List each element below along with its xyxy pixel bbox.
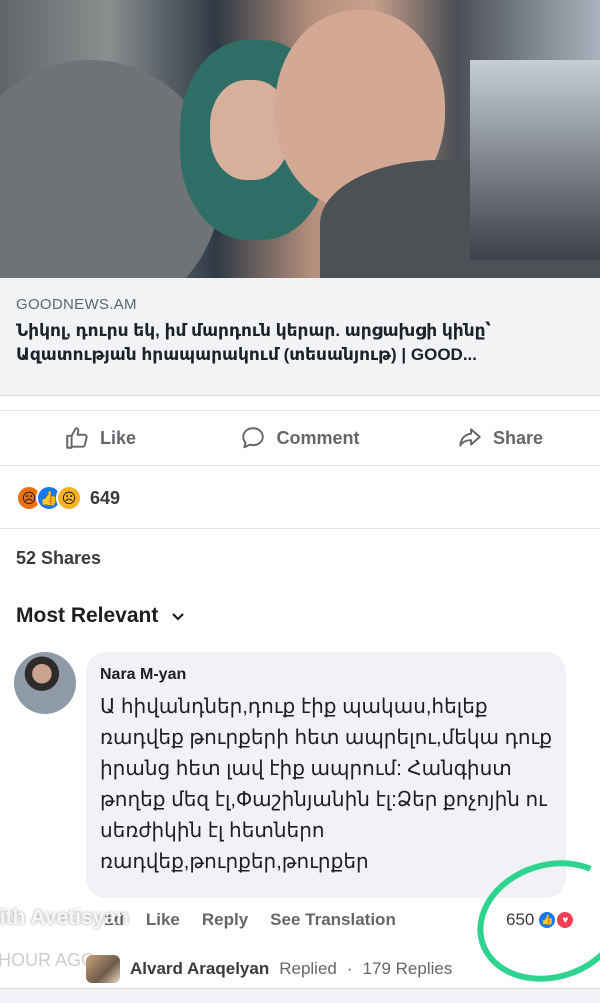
like-icon: 👍 xyxy=(537,910,558,930)
action-bar: Like Comment Share xyxy=(0,410,600,466)
comment-button[interactable]: Comment xyxy=(200,425,400,451)
comment-icon xyxy=(242,427,265,449)
avatar[interactable] xyxy=(14,652,76,714)
replies-link[interactable]: Alvard Araqelyan Replied · 179 Replies xyxy=(86,955,452,983)
sad-icon: ☹ xyxy=(56,485,82,511)
share-label: Share xyxy=(492,427,544,448)
post-photo[interactable] xyxy=(0,0,600,278)
comment-actions: 1d Like Reply See Translation xyxy=(104,910,396,930)
bottom-bar xyxy=(0,988,600,1003)
reply-action: Replied xyxy=(279,959,337,978)
see-translation-link[interactable]: See Translation xyxy=(270,910,396,930)
reaction-summary[interactable]: ☹ 👍 ☹ 649 xyxy=(16,483,120,513)
thumbs-up-icon xyxy=(66,427,88,449)
reaction-count: 649 xyxy=(90,487,121,508)
heart-icon: ♥ xyxy=(555,910,576,930)
like-button[interactable]: Like xyxy=(0,425,200,451)
shares-count[interactable]: 52 Shares xyxy=(16,548,101,569)
reply-author: Alvard Araqelyan xyxy=(130,959,270,978)
comment-text: Ա հիվանդներ,դուք էիք պակաս,հելեք ռադվեք … xyxy=(100,696,552,873)
reply-avatar xyxy=(86,955,120,983)
comment-like-button[interactable]: Like xyxy=(146,910,180,930)
comment-bubble: Nara M-yan Ա հիվանդներ,դուք էիք պակաս,հե… xyxy=(86,652,566,898)
comment-reaction-number: 650 xyxy=(506,910,535,929)
comment-reaction-count[interactable]: 650 👍 ♥ xyxy=(506,910,576,930)
divider xyxy=(0,528,600,529)
comment-label: Comment xyxy=(276,427,360,448)
overlay-timestamp: HOUR AGO xyxy=(0,950,96,970)
share-arrow-icon xyxy=(459,428,481,447)
like-label: Like xyxy=(99,427,137,448)
comment-author[interactable]: Nara M-yan xyxy=(100,666,552,684)
comment-reply-button[interactable]: Reply xyxy=(202,910,248,930)
link-domain: GOODNEWS.AM xyxy=(16,296,137,313)
share-button[interactable]: Share xyxy=(400,425,600,451)
overlay-username: lith Avetisyan xyxy=(0,906,129,929)
sort-label: Most Relevant xyxy=(16,604,159,627)
link-title[interactable]: Նիկոլ, դուրս եկ, իմ մարդուն կերար. արցախ… xyxy=(16,319,584,367)
reply-count: 179 Replies xyxy=(362,959,453,978)
link-preview[interactable]: GOODNEWS.AM Նիկոլ, դուրս եկ, իմ մարդուն … xyxy=(0,278,600,396)
chevron-down-icon xyxy=(172,613,185,621)
photo-shape xyxy=(470,60,600,260)
reply-separator: · xyxy=(346,959,353,978)
comment-sort-dropdown[interactable]: Most Relevant xyxy=(16,604,186,628)
